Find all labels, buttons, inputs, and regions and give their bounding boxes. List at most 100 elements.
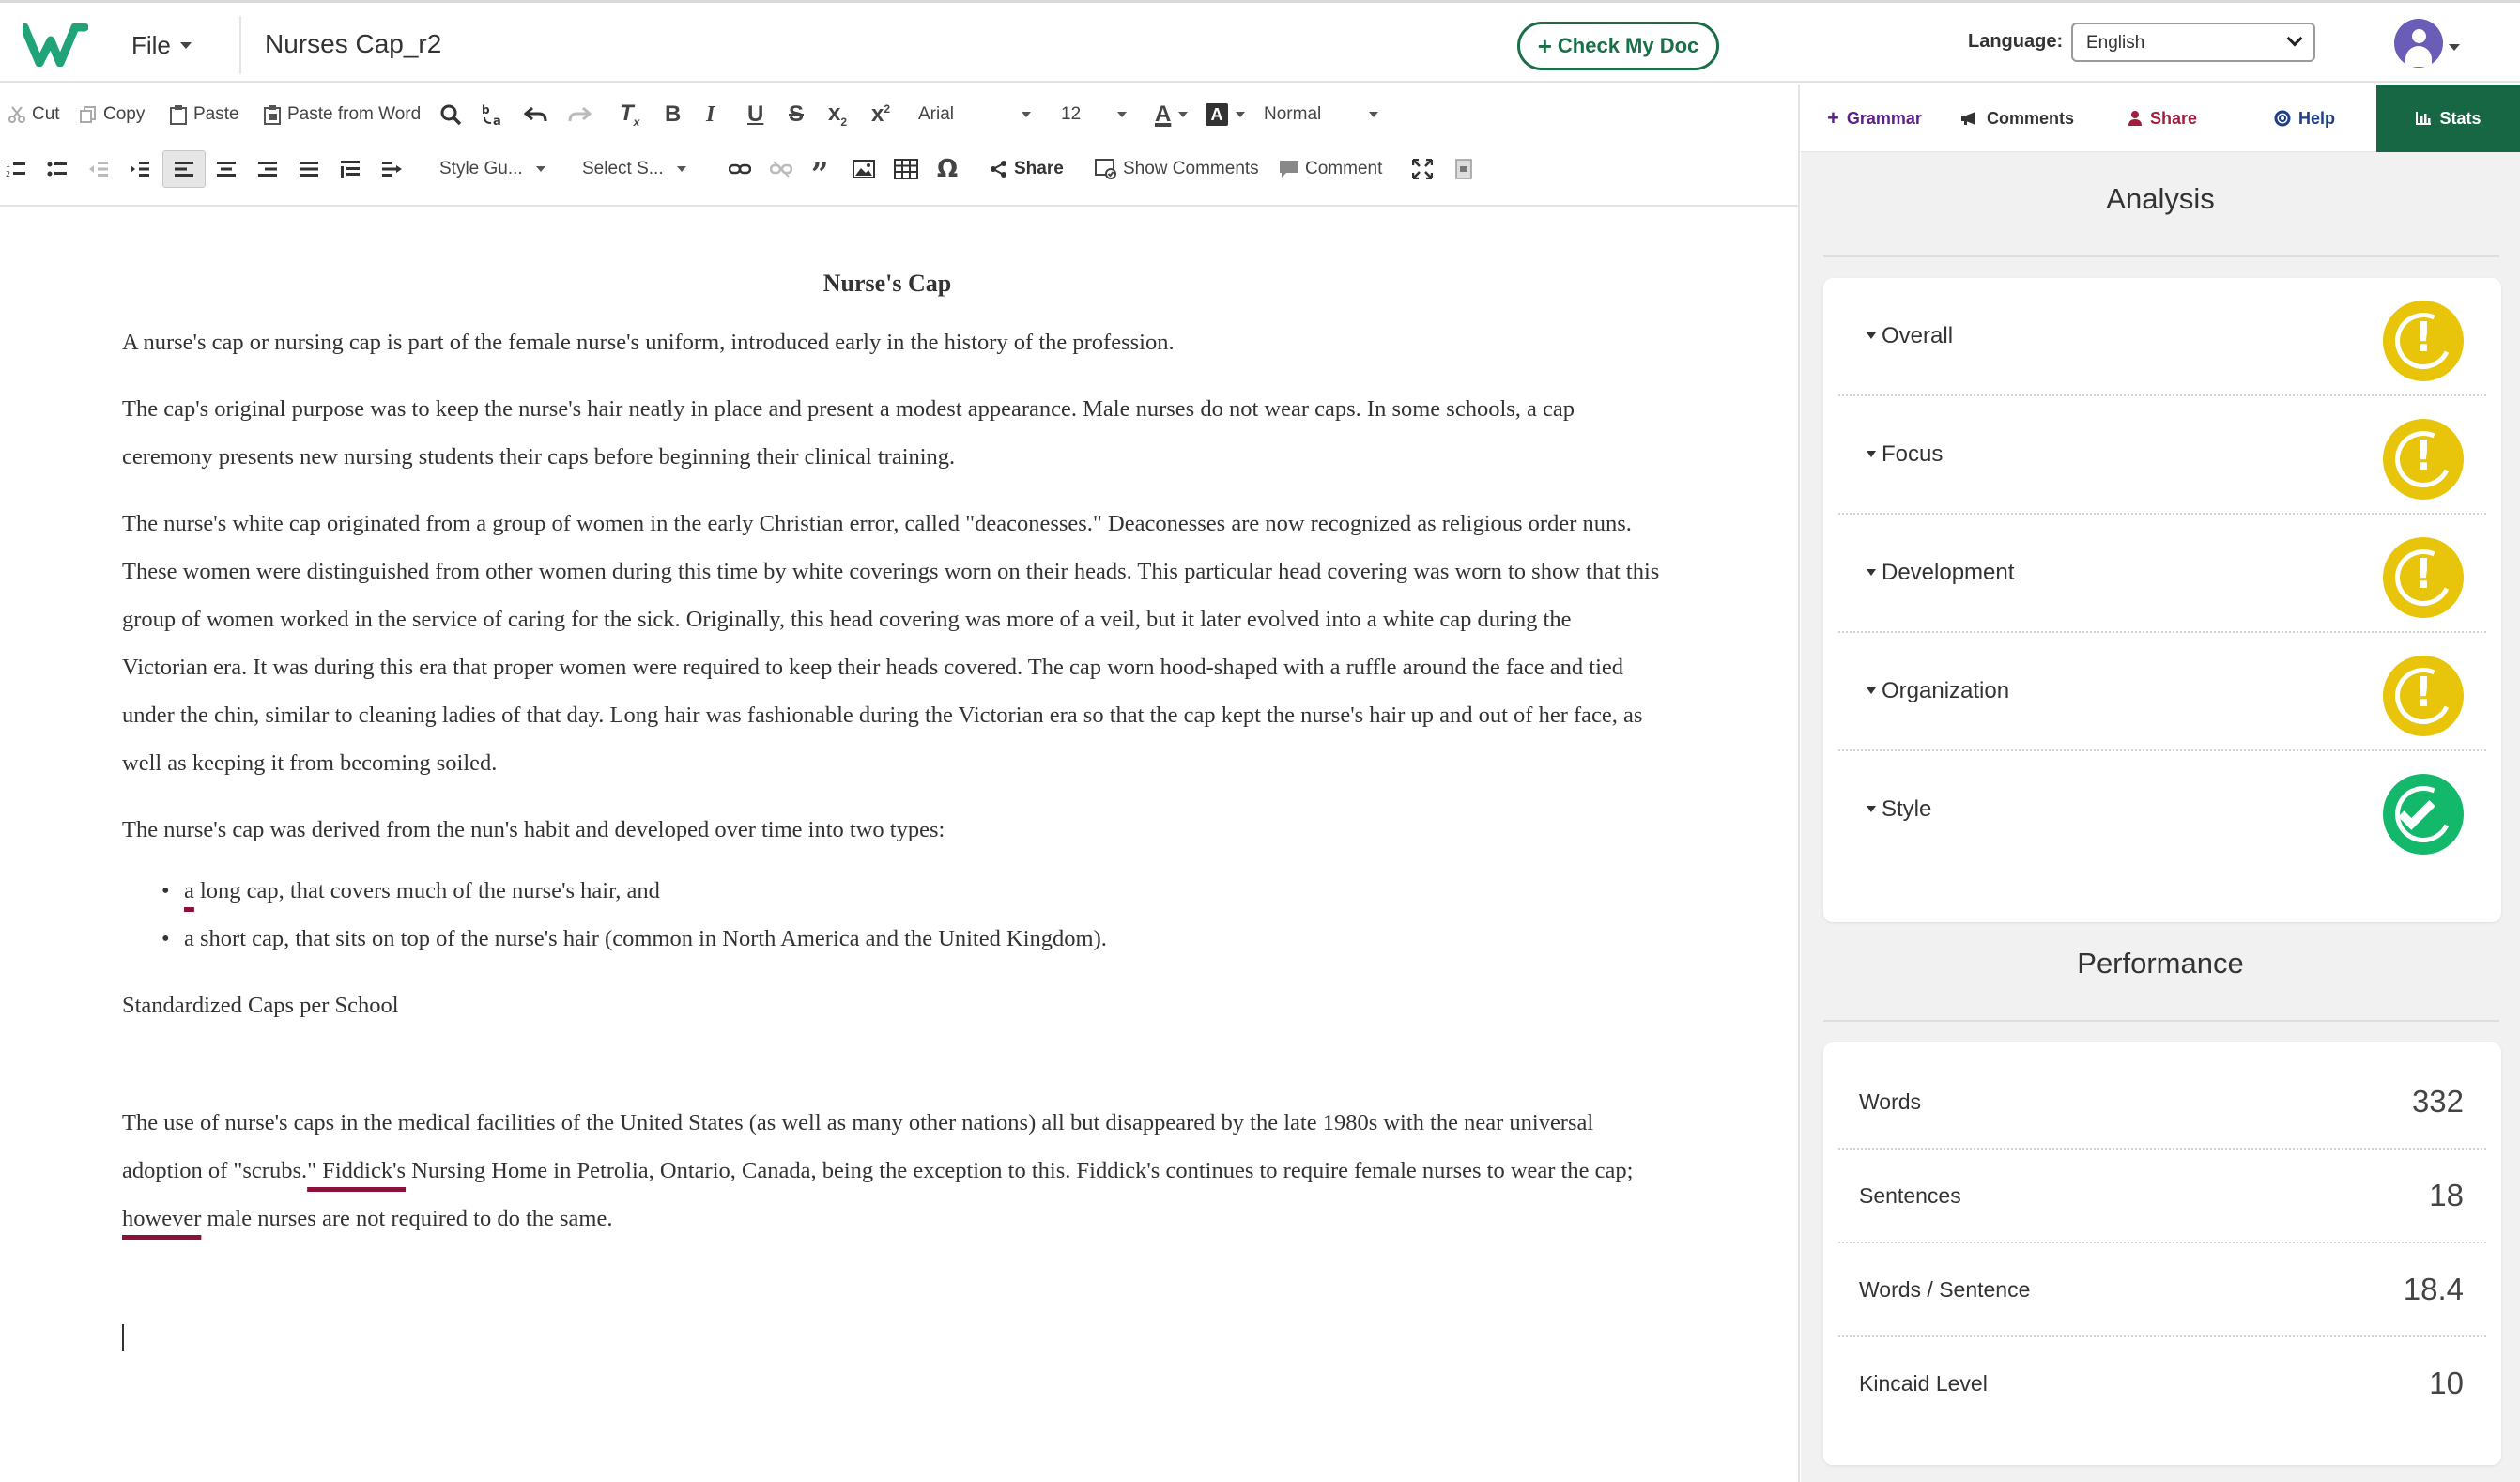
analysis-row-focus[interactable]: Focus ! xyxy=(1838,396,2486,515)
indent-icon xyxy=(131,162,149,177)
paragraph-6: The use of nurse's caps in the medical f… xyxy=(122,1099,1662,1243)
decrease-indent-button[interactable] xyxy=(88,147,109,192)
chevron-down-icon xyxy=(1236,112,1245,117)
bulleted-list-button[interactable] xyxy=(47,147,68,192)
insert-link-button[interactable] xyxy=(729,147,751,192)
justify-button[interactable] xyxy=(299,147,319,192)
undo-button[interactable] xyxy=(524,92,548,137)
block-quote-button[interactable] xyxy=(340,147,361,192)
stat-label: Words / Sentence xyxy=(1859,1277,2031,1302)
warning-icon: ! xyxy=(2383,656,2464,736)
analysis-row-label: Overall xyxy=(1867,323,1953,349)
analysis-row-style[interactable]: Style xyxy=(1838,751,2486,870)
analysis-row-overall[interactable]: Overall ! xyxy=(1838,278,2486,396)
special-character-button[interactable]: Ω xyxy=(937,147,958,192)
chevron-down-icon xyxy=(1022,112,1031,117)
comment-button[interactable]: Comment xyxy=(1279,147,1382,192)
svg-text:1: 1 xyxy=(6,161,10,169)
analysis-row-label: Style xyxy=(1867,796,1931,823)
find-replace-icon: ba xyxy=(482,103,501,127)
chevron-down-icon xyxy=(1369,112,1378,117)
paste-button[interactable]: Paste xyxy=(169,92,239,137)
strikethrough-button[interactable]: S xyxy=(789,92,804,137)
check-my-doc-button[interactable]: + Check My Doc xyxy=(1517,22,1719,70)
tab-help[interactable]: Help xyxy=(2274,85,2335,152)
subscript-button[interactable]: x2 xyxy=(828,92,847,137)
replace-button[interactable]: ba xyxy=(481,92,507,137)
document-title[interactable]: Nurses Cap_r2 xyxy=(265,29,441,59)
insert-table-button[interactable] xyxy=(894,147,918,192)
toolbar-share-button[interactable]: Share xyxy=(990,147,1064,192)
increase-indent-button[interactable] xyxy=(130,147,150,192)
document-editor[interactable]: Nurse's Cap A nurse's cap or nursing cap… xyxy=(0,208,1799,1482)
unlink-button[interactable] xyxy=(770,147,792,192)
redo-icon xyxy=(568,106,592,122)
check-circle-icon xyxy=(2383,774,2464,855)
file-menu[interactable]: File xyxy=(131,31,192,60)
show-blocks-button[interactable] xyxy=(1455,147,1472,192)
chevron-down-icon xyxy=(676,166,686,172)
tab-stats[interactable]: Stats xyxy=(2376,85,2520,152)
stat-value: 10 xyxy=(2429,1366,2464,1400)
language-select[interactable]: English xyxy=(2071,23,2315,62)
bold-button[interactable]: B xyxy=(665,92,681,137)
italic-button[interactable]: I xyxy=(706,92,715,137)
copy-button[interactable]: Copy xyxy=(79,92,145,137)
share-icon xyxy=(991,161,1006,178)
quote-button[interactable]: ” xyxy=(811,147,828,192)
font-size-select[interactable]: 12 xyxy=(1061,92,1127,137)
tab-share[interactable]: Share xyxy=(2128,85,2197,152)
tab-comments[interactable]: Comments xyxy=(1960,85,2074,152)
unlink-icon xyxy=(770,161,792,178)
align-center-button[interactable] xyxy=(216,147,237,192)
chevron-down-icon xyxy=(535,166,545,172)
align-right-button[interactable] xyxy=(257,147,278,192)
user-avatar[interactable] xyxy=(2394,19,2443,68)
stat-value: 332 xyxy=(2411,1084,2464,1119)
writelab-logo-icon[interactable] xyxy=(23,23,88,67)
format-select[interactable]: Normal xyxy=(1264,92,1378,137)
select-s-select[interactable]: Select S... xyxy=(582,147,695,192)
underline-button[interactable]: U xyxy=(747,92,763,137)
style-guide-select[interactable]: Style Gu... xyxy=(439,147,552,192)
analysis-row-organization[interactable]: Organization ! xyxy=(1838,633,2486,751)
grammar-flag-however[interactable]: however xyxy=(122,1206,201,1231)
analysis-row-development[interactable]: Development ! xyxy=(1838,515,2486,633)
superscript-button[interactable]: x2 xyxy=(871,92,890,137)
align-right-icon xyxy=(258,162,277,177)
text-color-button[interactable]: A xyxy=(1155,92,1189,137)
cut-button[interactable]: Cut xyxy=(8,92,60,137)
chevron-down-icon xyxy=(1117,112,1127,117)
tab-help-label: Help xyxy=(2298,108,2336,128)
align-left-button[interactable] xyxy=(162,150,206,188)
background-color-button[interactable]: A xyxy=(1206,92,1245,137)
font-family-value: Arial xyxy=(918,104,955,124)
tab-grammar[interactable]: + Grammar xyxy=(1827,85,1922,152)
grammar-flag-fiddicks[interactable]: " Fiddick's xyxy=(307,1158,406,1183)
redo-button[interactable] xyxy=(567,92,592,137)
avatar-body xyxy=(2405,46,2432,67)
image-icon xyxy=(853,160,875,178)
grammar-flag-a[interactable]: a xyxy=(184,878,194,903)
panel-tabs: + Grammar Comments Share Help Stats xyxy=(1801,85,2520,152)
find-button[interactable] xyxy=(439,92,462,137)
tab-stats-label: Stats xyxy=(2439,108,2482,128)
cut-label: Cut xyxy=(32,104,60,124)
avatar-head xyxy=(2412,29,2426,43)
font-family-select[interactable]: Arial xyxy=(918,92,1031,137)
numbered-list-button[interactable]: 12 xyxy=(6,147,26,192)
maximize-button[interactable] xyxy=(1412,147,1433,192)
list-item-text: long cap, that covers much of the nurse'… xyxy=(193,878,660,903)
caret-down-icon xyxy=(1867,332,1876,339)
warning-icon: ! xyxy=(2383,537,2464,618)
check-my-doc-label: Check My Doc xyxy=(1557,34,1699,57)
plus-icon: + xyxy=(1537,32,1552,60)
insert-image-button[interactable] xyxy=(853,147,875,192)
exclamation-glyph: ! xyxy=(2413,550,2434,598)
show-comments-button[interactable]: Show Comments xyxy=(1095,147,1259,192)
text-direction-button[interactable] xyxy=(381,147,404,192)
chevron-down-icon[interactable] xyxy=(2449,44,2460,51)
clear-formatting-button[interactable]: Tx xyxy=(620,92,639,137)
document-body[interactable]: Nurse's Cap A nurse's cap or nursing cap… xyxy=(122,265,1662,1379)
paste-from-word-button[interactable]: Paste from Word xyxy=(263,92,421,137)
